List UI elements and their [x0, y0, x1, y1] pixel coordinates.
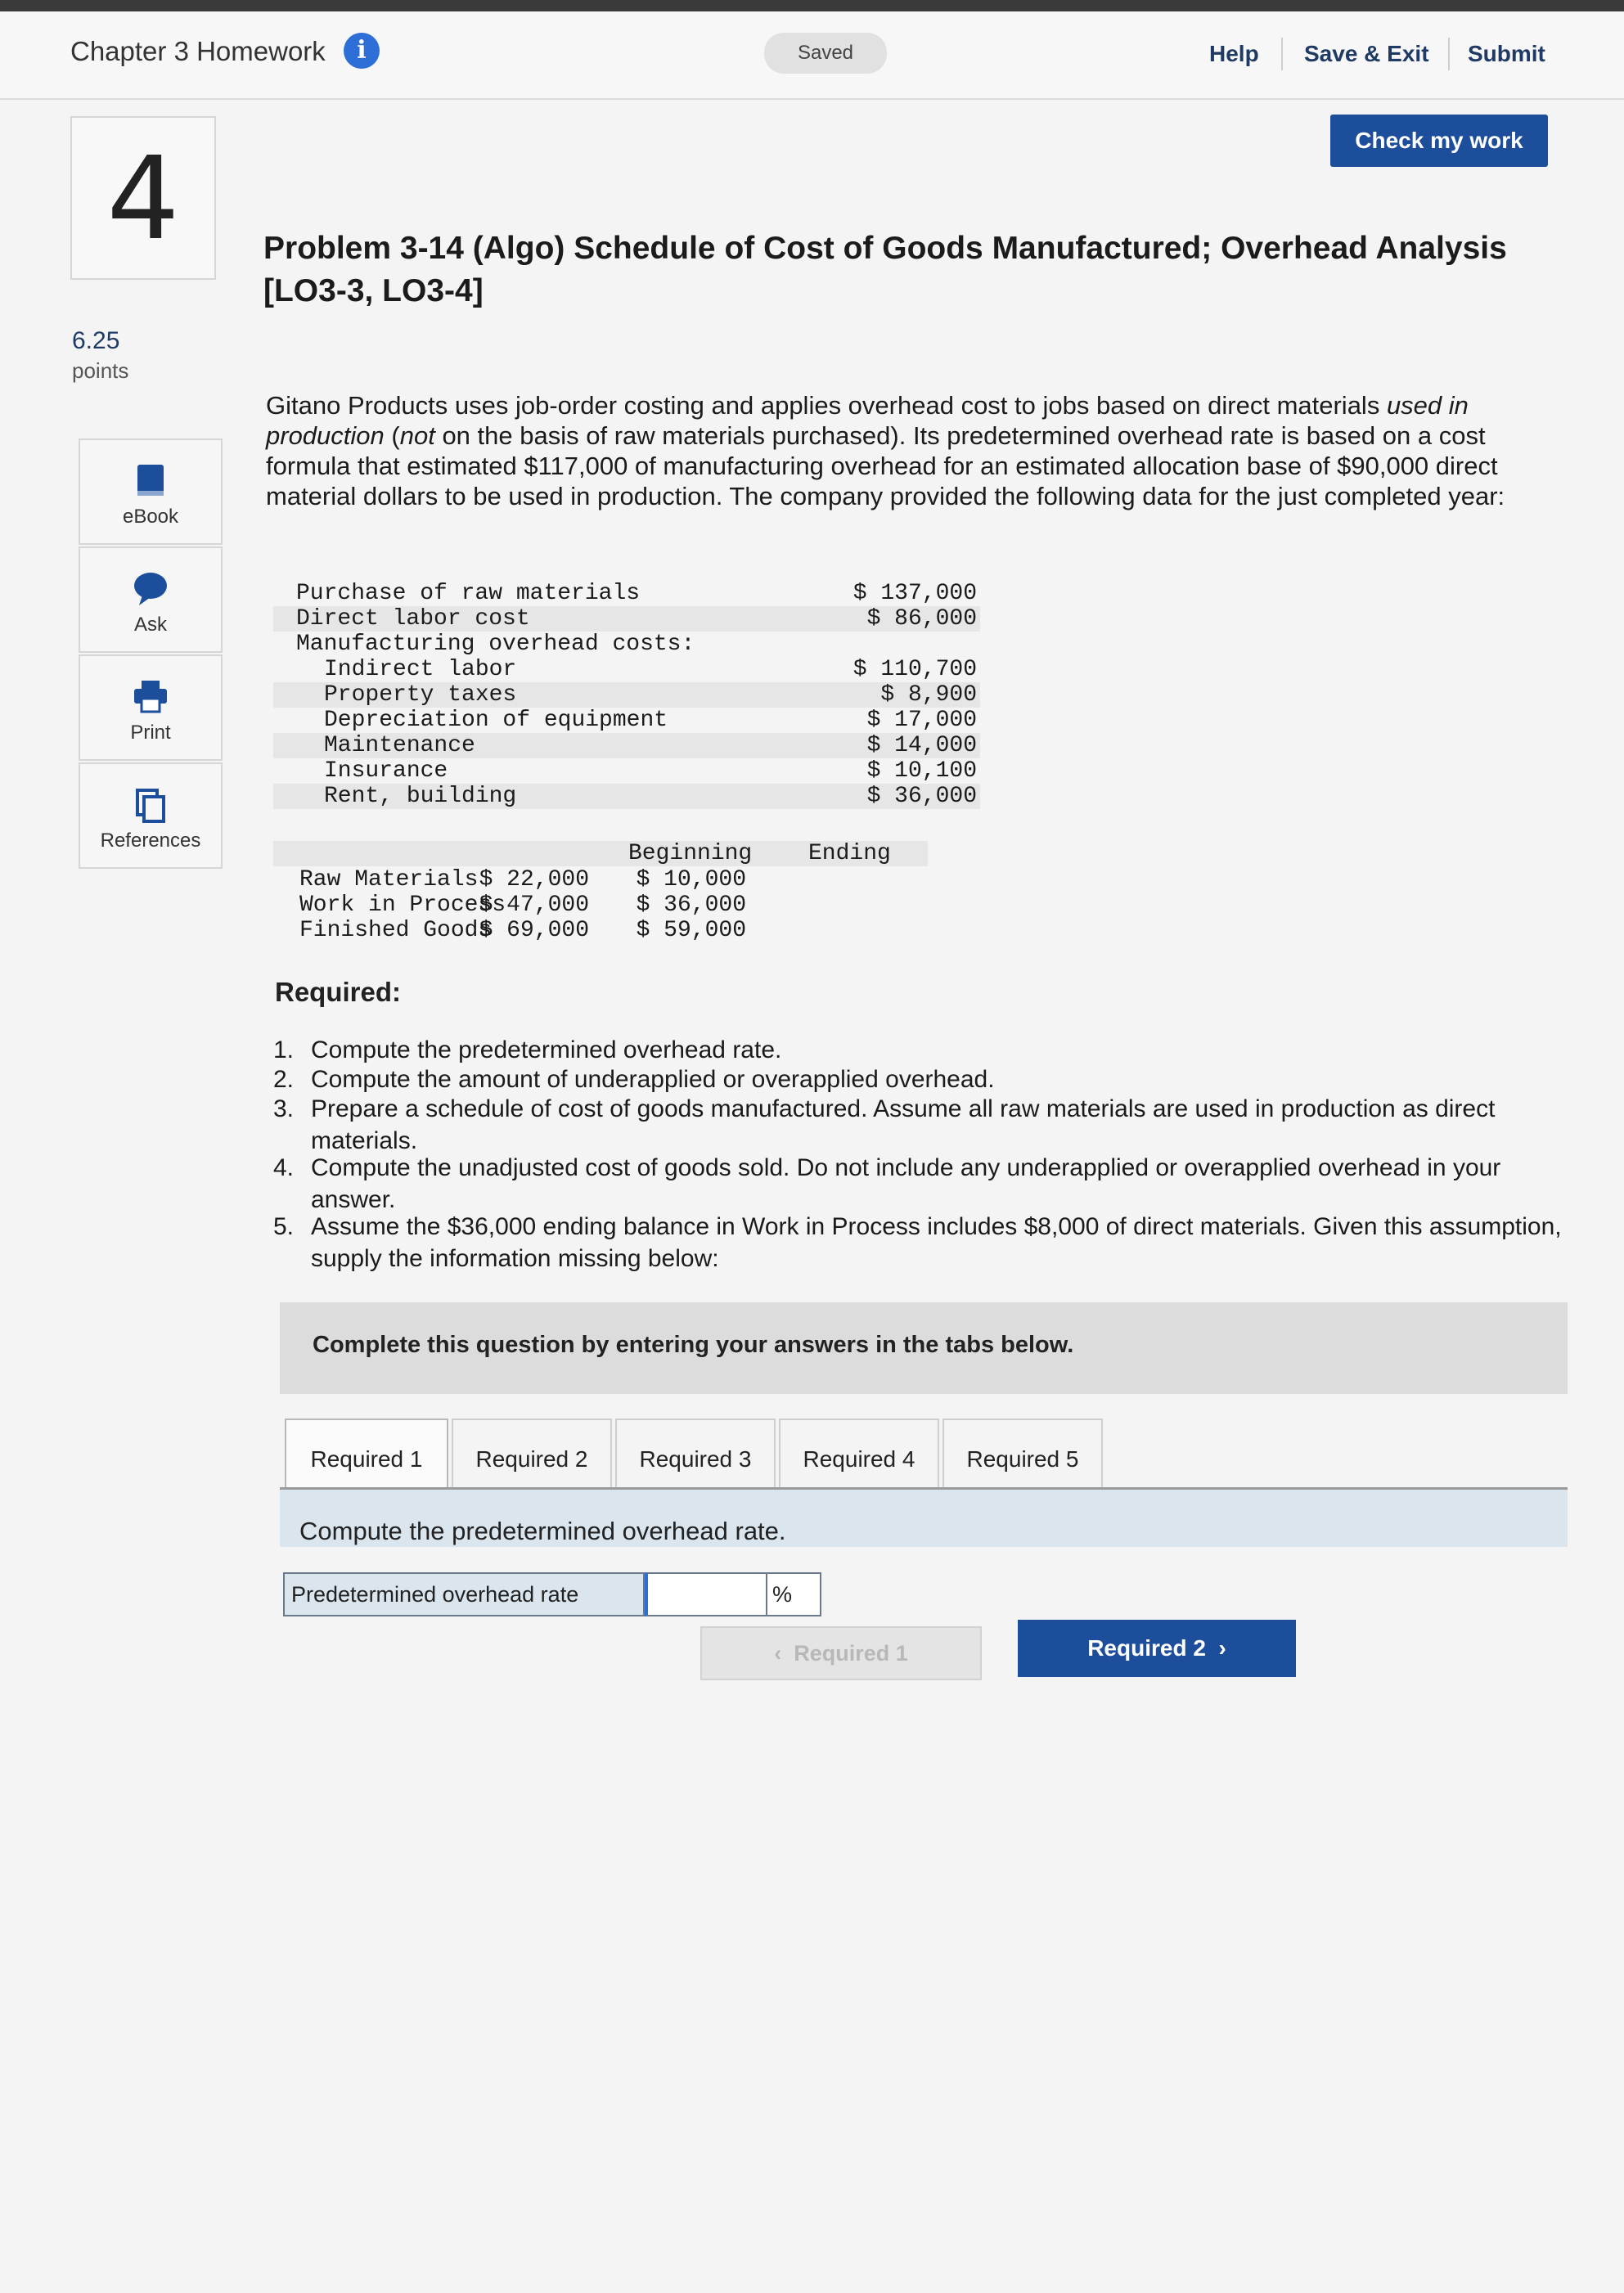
submit-link[interactable]: Submit [1468, 41, 1545, 67]
print-button[interactable]: Print [79, 654, 223, 761]
window-edge [0, 0, 1624, 11]
item-text: Assume the $36,000 ending balance in Wor… [311, 1213, 1562, 1272]
item-text: Compute the predetermined overhead rate. [311, 1036, 782, 1063]
saved-status: Saved [764, 33, 887, 74]
problem-intro: Gitano Products uses job-order costing a… [266, 390, 1567, 511]
cost-label: Property taxes [324, 682, 517, 708]
inventory-label: Raw Materials [299, 867, 479, 892]
check-my-work-button[interactable]: Check my work [1330, 115, 1548, 167]
tab-required-4[interactable]: Required 4 [779, 1419, 939, 1497]
save-exit-link[interactable]: Save & Exit [1304, 41, 1429, 67]
cost-amount: $ 10,100 [866, 758, 977, 784]
chevron-left-icon: ‹ [774, 1641, 794, 1666]
points-value: 6.25 [72, 327, 120, 354]
column-header-ending: Ending [808, 841, 891, 866]
next-label: Required 2 [1087, 1635, 1206, 1661]
prev-required-button[interactable]: ‹ Required 1 [700, 1626, 982, 1680]
documents-icon [80, 785, 221, 825]
cost-label: Rent, building [324, 784, 517, 809]
prev-label: Required 1 [794, 1641, 908, 1666]
beginning-amount: $ 22,000 [479, 867, 589, 892]
percent-unit: % [767, 1572, 821, 1616]
ebook-label: eBook [122, 506, 179, 528]
chevron-right-icon: › [1205, 1635, 1226, 1661]
table-row: Depreciation of equipment $ 17,000 [273, 708, 980, 733]
help-link[interactable]: Help [1209, 41, 1259, 67]
item-text: Compute the amount of underapplied or ov… [311, 1066, 995, 1093]
instruction-banner-text: Complete this question by entering your … [313, 1332, 1074, 1358]
tab-required-5[interactable]: Required 5 [942, 1419, 1103, 1497]
print-label: Print [130, 722, 171, 744]
item-number: 3. [273, 1095, 295, 1122]
ask-button[interactable]: Ask [79, 546, 223, 653]
ebook-button[interactable]: eBook [79, 438, 223, 545]
cost-label: Depreciation of equipment [324, 708, 668, 733]
divider [1281, 38, 1283, 70]
column-header-beginning: Beginning [628, 841, 753, 866]
table-row: Property taxes $ 8,900 [273, 682, 980, 708]
inventory-label: Work in Process [299, 892, 506, 918]
assignment-title: Chapter 3 Homework [70, 36, 326, 66]
next-required-button[interactable]: Required 2 › [1018, 1620, 1296, 1677]
cost-label: Maintenance [324, 733, 475, 758]
item-text: Compute the unadjusted cost of goods sol… [311, 1154, 1501, 1213]
cost-amount: $ 17,000 [866, 708, 977, 733]
answer-label: Predetermined overhead rate [283, 1572, 645, 1616]
beginning-amount: $ 69,000 [479, 918, 589, 943]
divider [1448, 38, 1450, 70]
item-number: 4. [273, 1154, 295, 1181]
question-number: 4 [70, 116, 216, 280]
required-heading: Required: [275, 977, 402, 1007]
cost-amount: $ 86,000 [866, 606, 977, 632]
table-row: Direct labor cost $ 86,000 [273, 606, 980, 632]
tab-required-2[interactable]: Required 2 [452, 1419, 612, 1497]
cost-label: Insurance [324, 758, 448, 784]
table-row: Raw Materials $ 22,000 $ 10,000 [273, 867, 928, 892]
cost-amount: $ 36,000 [866, 784, 977, 809]
points-label: points [72, 358, 129, 383]
intro-emphasis: not [399, 421, 435, 450]
table-row: Manufacturing overhead costs: [273, 632, 980, 657]
ask-label: Ask [133, 614, 167, 636]
item-number: 5. [273, 1213, 295, 1240]
table-row: Maintenance $ 14,000 [273, 733, 980, 758]
tab-required-3[interactable]: Required 3 [615, 1419, 776, 1497]
intro-text: on the basis of raw materials purchased)… [266, 421, 1505, 510]
table-row: Work in Process $ 47,000 $ 36,000 [273, 892, 928, 918]
table-row: Insurance $ 10,100 [273, 758, 980, 784]
item-text: Prepare a schedule of cost of goods manu… [311, 1095, 1496, 1154]
cost-amount: $ 14,000 [866, 733, 977, 758]
cost-amount: $ 8,900 [880, 682, 977, 708]
cost-label: Manufacturing overhead costs: [296, 632, 695, 657]
intro-text: ( [384, 421, 400, 450]
cost-amount: $ 137,000 [852, 581, 977, 606]
references-button[interactable]: References [79, 762, 223, 869]
ending-amount: $ 10,000 [636, 867, 746, 892]
problem-title: Problem 3-14 (Algo) Schedule of Cost of … [263, 231, 1507, 308]
table-row: Finished Goods $ 69,000 $ 59,000 [273, 918, 928, 943]
item-number: 1. [273, 1036, 295, 1063]
ending-amount: $ 59,000 [636, 918, 746, 943]
references-label: References [100, 830, 201, 852]
table-row: Rent, building $ 36,000 [273, 784, 980, 809]
book-icon [80, 461, 221, 501]
info-icon[interactable]: i [344, 33, 380, 69]
inventory-label: Finished Goods [299, 918, 493, 943]
table-row: Purchase of raw materials $ 137,000 [273, 581, 980, 606]
overhead-rate-input[interactable] [645, 1572, 767, 1616]
ending-amount: $ 36,000 [636, 892, 746, 918]
table-row: Indirect labor $ 110,700 [273, 657, 980, 682]
table-header: Beginning Ending [273, 841, 928, 866]
beginning-amount: $ 47,000 [479, 892, 589, 918]
tab-instruction: Compute the predetermined overhead rate. [299, 1517, 786, 1545]
printer-icon [80, 677, 221, 717]
cost-label: Direct labor cost [296, 606, 530, 632]
cost-label: Purchase of raw materials [296, 581, 641, 606]
chat-bubble-icon [80, 569, 221, 609]
item-number: 2. [273, 1066, 295, 1093]
intro-text: Gitano Products uses job-order costing a… [266, 391, 1387, 420]
cost-amount: $ 110,700 [852, 657, 977, 682]
cost-label: Indirect labor [324, 657, 517, 682]
tab-required-1[interactable]: Required 1 [285, 1419, 448, 1497]
